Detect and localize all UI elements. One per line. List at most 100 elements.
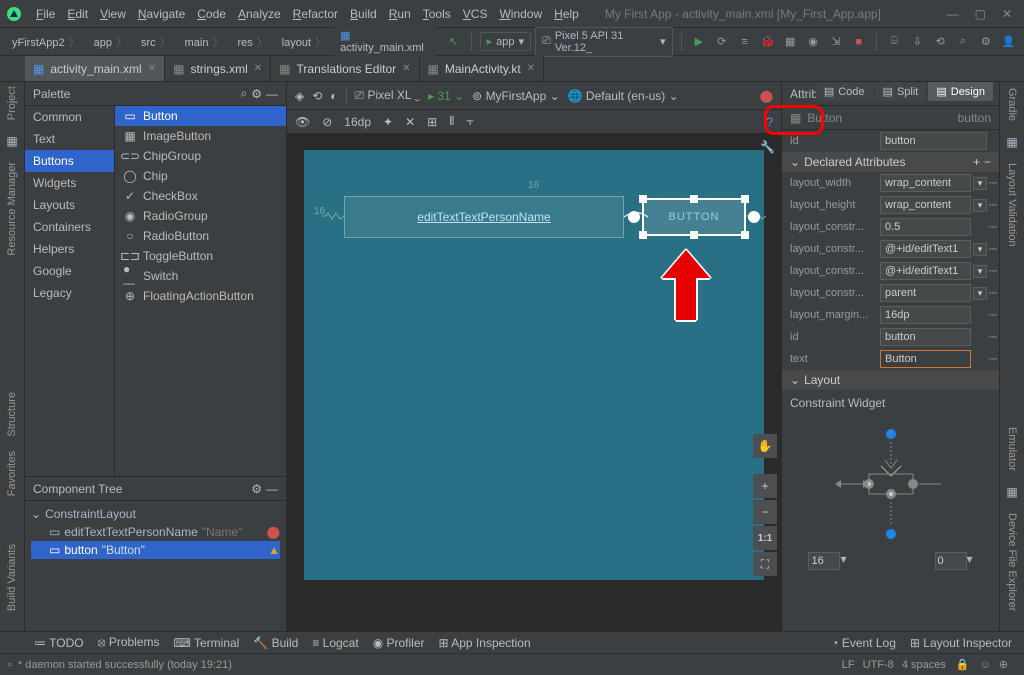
default-margin[interactable]: 16dp: [344, 115, 371, 129]
menu-edit[interactable]: Edit: [61, 5, 94, 23]
tree-root[interactable]: ⌄ ConstraintLayout: [31, 505, 280, 523]
edittext-widget[interactable]: editTextTextPersonName: [344, 196, 624, 238]
add-icon[interactable]: +: [973, 155, 980, 169]
api-combo[interactable]: ▸ 31 ⌄: [428, 89, 464, 103]
palette-item[interactable]: ⊕FloatingActionButton: [115, 286, 286, 306]
tree-item[interactable]: ▭ editTextTextPersonName "Name"⬤: [31, 523, 280, 541]
pack-icon[interactable]: ⫴: [449, 114, 454, 129]
settings-icon[interactable]: ⚙: [976, 32, 995, 52]
device-canvas[interactable]: 16 16 editTextTextPersonName BUTTON: [304, 150, 764, 580]
tool-window-gradle[interactable]: Gradle: [1006, 88, 1018, 121]
profiler-icon[interactable]: ◉: [804, 32, 823, 52]
view-mode-split[interactable]: ▤ Split: [875, 82, 927, 101]
margin-right-input[interactable]: [935, 552, 967, 570]
tool-window-favorites[interactable]: Favorites: [6, 451, 18, 496]
device-combo[interactable]: ⎚Pixel 5 API 31 Ver.12_▾: [535, 27, 673, 57]
gear-icon[interactable]: ⚙: [251, 482, 262, 496]
attribute-input[interactable]: [880, 196, 971, 214]
margin-left-input[interactable]: [808, 552, 840, 570]
dropdown-icon[interactable]: ▾: [973, 177, 987, 190]
file-tab[interactable]: ▦strings.xml✕: [165, 56, 271, 81]
palette-item[interactable]: ○RadioButton: [115, 226, 286, 246]
debug-icon[interactable]: 🐞: [758, 32, 777, 52]
bottom-tool-app-inspection[interactable]: ⊞ App Inspection: [439, 636, 531, 650]
id-input[interactable]: [880, 132, 987, 150]
crumb[interactable]: main: [179, 32, 232, 52]
palette-item[interactable]: ●—Switch: [115, 266, 286, 286]
menu-vcs[interactable]: VCS: [457, 5, 494, 23]
avd-manager-icon[interactable]: ⌸: [885, 32, 904, 52]
palette-item[interactable]: ▭Button: [115, 106, 286, 126]
tool-window-emulator[interactable]: Emulator: [1006, 427, 1018, 471]
crumb[interactable]: src: [135, 32, 179, 52]
palette-category[interactable]: Containers: [25, 216, 114, 238]
pin-icon[interactable]: ⎓: [987, 309, 999, 322]
pin-icon[interactable]: ⎓: [987, 265, 999, 278]
menu-code[interactable]: Code: [191, 5, 232, 23]
apply-changes-icon[interactable]: ⟳: [712, 32, 731, 52]
pin-icon[interactable]: ⎓: [987, 199, 999, 212]
close-icon[interactable]: ✕: [1002, 7, 1012, 21]
search-icon[interactable]: ⌕: [241, 86, 248, 101]
tool-window-structure[interactable]: Structure: [6, 392, 18, 437]
palette-category[interactable]: Widgets: [25, 172, 114, 194]
attribute-input[interactable]: [880, 350, 971, 368]
dropdown-icon[interactable]: ▾: [973, 199, 987, 212]
crumb[interactable]: layout: [276, 32, 334, 52]
bottom-tool-logcat[interactable]: ≡ Logcat: [312, 636, 358, 650]
bottom-tool-profiler[interactable]: ◉ Profiler: [373, 636, 425, 650]
attribute-input[interactable]: [880, 218, 971, 236]
magnet-icon[interactable]: ⊘: [322, 115, 332, 129]
minimize-panel-icon[interactable]: —: [266, 482, 278, 496]
attribute-input[interactable]: [880, 328, 971, 346]
pan-icon[interactable]: ✋: [753, 434, 777, 458]
palette-category[interactable]: Buttons: [25, 150, 114, 172]
attribute-input[interactable]: [880, 174, 971, 192]
palette-category[interactable]: Helpers: [25, 238, 114, 260]
zoom-in-icon[interactable]: +: [753, 474, 777, 498]
menu-navigate[interactable]: Navigate: [132, 5, 191, 23]
menu-file[interactable]: File: [30, 5, 61, 23]
maximize-icon[interactable]: ▢: [975, 7, 986, 21]
menu-tools[interactable]: Tools: [417, 5, 457, 23]
tool-window-layout-validation[interactable]: Layout Validation: [1006, 163, 1018, 247]
declared-attributes-header[interactable]: ⌄ Declared Attributes + −: [782, 152, 999, 172]
crumb[interactable]: yFirstApp2: [6, 32, 88, 52]
bottom-tool-problems[interactable]: ⦻ Problems: [98, 635, 160, 650]
palette-item[interactable]: ✓CheckBox: [115, 186, 286, 206]
pin-icon[interactable]: ⎓: [987, 177, 999, 190]
menu-analyze[interactable]: Analyze: [232, 5, 287, 23]
align-icon[interactable]: ⊞: [427, 115, 437, 129]
remove-icon[interactable]: −: [984, 155, 991, 169]
wand-icon[interactable]: ✦: [383, 115, 393, 129]
palette-category[interactable]: Layouts: [25, 194, 114, 216]
palette-item[interactable]: ⊂⊃ChipGroup: [115, 146, 286, 166]
palette-category[interactable]: Common: [25, 106, 114, 128]
eye-icon[interactable]: 👁: [295, 115, 310, 129]
palette-item[interactable]: ◯Chip: [115, 166, 286, 186]
palette-item[interactable]: ⊏⊐ToggleButton: [115, 246, 286, 266]
attribute-input[interactable]: [880, 240, 971, 258]
locale-combo[interactable]: 🌐 Default (en-us) ⌄: [568, 89, 679, 103]
button-widget[interactable]: BUTTON: [642, 198, 746, 236]
sdk-manager-icon[interactable]: ⇩: [908, 32, 927, 52]
gear-icon[interactable]: ⚙: [251, 87, 262, 101]
indent-indicator[interactable]: 4 spaces: [902, 659, 946, 671]
file-tab[interactable]: ▦MainActivity.kt✕: [420, 56, 545, 81]
tool-window-project[interactable]: Project: [6, 86, 18, 120]
line-sep-indicator[interactable]: LF: [842, 659, 855, 671]
status-icon[interactable]: ▫: [8, 659, 12, 671]
dropdown-icon[interactable]: ▾: [973, 265, 987, 278]
attach-debugger-icon[interactable]: ⇲: [826, 32, 845, 52]
design-canvas-area[interactable]: 🔧 16 16 editTextTextPersonName BUTTON: [287, 134, 781, 631]
menu-refactor[interactable]: Refactor: [287, 5, 344, 23]
tool-window-build-variants[interactable]: Build Variants: [6, 544, 18, 611]
dropdown-icon[interactable]: ▾: [973, 243, 987, 256]
memory-indicator[interactable]: ⊕: [999, 658, 1008, 671]
pin-icon[interactable]: ⎓: [987, 287, 999, 300]
component-tree[interactable]: ⌄ ConstraintLayout ▭ editTextTextPersonN…: [25, 501, 286, 631]
bottom-tool-terminal[interactable]: ⌨ Terminal: [174, 636, 240, 650]
view-mode-design[interactable]: ▤ Design: [928, 82, 993, 101]
zoom-out-icon[interactable]: −: [753, 500, 777, 524]
sync-icon[interactable]: ⟲: [931, 32, 950, 52]
